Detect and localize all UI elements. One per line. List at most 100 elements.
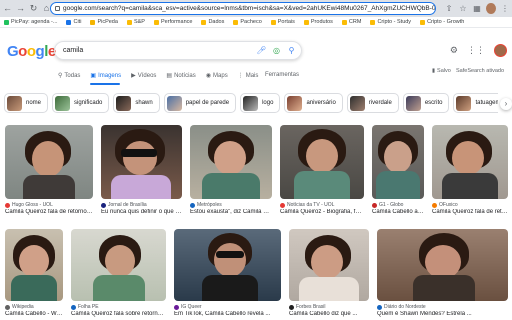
- chip[interactable]: shawn: [113, 93, 160, 113]
- image-result[interactable]: Jornal de Brasília Eu nunca quis definir…: [101, 125, 182, 215]
- result-title[interactable]: Camila Cabello - Wiki...: [5, 311, 63, 317]
- result-title[interactable]: Camila Queiroz fala de retorno à Gl...: [5, 209, 93, 215]
- image-result[interactable]: Metrópoles Estou exausta", diz Camila Ca…: [190, 125, 272, 215]
- lens-icon[interactable]: ◎: [271, 46, 282, 55]
- chip[interactable]: significado: [52, 93, 110, 113]
- safesearch-button[interactable]: SafeSearch ativado: [456, 68, 504, 74]
- search-input[interactable]: camila: [63, 47, 256, 54]
- chip[interactable]: aniversário: [284, 93, 343, 113]
- result-image[interactable]: [432, 125, 508, 199]
- result-title[interactable]: Em TikTok, Camila Cabello revela ...: [174, 311, 281, 317]
- chip[interactable]: escrito: [402, 93, 450, 113]
- saved-button[interactable]: ▮ Salvo: [432, 68, 451, 74]
- tab-videos[interactable]: ▶ Vídeos: [131, 72, 156, 80]
- google-logo[interactable]: Google: [7, 43, 56, 60]
- extensions-icon[interactable]: ▦: [472, 4, 482, 13]
- search-box[interactable]: camila 🎤︎ ◎ ⚲: [54, 41, 302, 60]
- chip[interactable]: riverdale: [346, 93, 399, 113]
- folder-icon: [233, 19, 239, 25]
- image-result[interactable]: Diário do Nordeste Quem é Shawn Mendes? …: [377, 229, 508, 317]
- favicon-icon: [432, 202, 437, 208]
- back-icon[interactable]: ←: [2, 3, 13, 14]
- chip-thumbnail: [456, 95, 472, 111]
- result-source: Folha PE: [71, 304, 166, 310]
- image-result[interactable]: Forbes Brasil Camila Cabello diz que ...: [289, 229, 369, 317]
- result-image[interactable]: [190, 125, 272, 199]
- bookmark-item[interactable]: PicPay: agenda -...: [4, 19, 57, 25]
- forward-icon[interactable]: →: [15, 3, 26, 14]
- microphone-icon[interactable]: 🎤︎: [256, 46, 267, 55]
- bookmark-icon: [66, 19, 72, 25]
- result-image[interactable]: [377, 229, 508, 301]
- news-icon: ▤: [166, 73, 173, 79]
- result-source: Jornal de Brasília: [101, 202, 182, 208]
- result-title[interactable]: Camila Cabello anu...: [372, 209, 424, 215]
- bookmark-item[interactable]: Citi: [66, 19, 81, 25]
- chip[interactable]: tatuagem: [453, 93, 498, 113]
- chip-thumbnail: [243, 95, 259, 111]
- menu-icon[interactable]: ⋮: [500, 4, 510, 13]
- result-title[interactable]: Estou exausta", diz Camila Cabell...: [190, 209, 272, 215]
- bookmark-folder[interactable]: Performance: [153, 19, 192, 25]
- image-result[interactable]: Folha PE Camila Queiroz fala sobre retor…: [71, 229, 166, 317]
- chip-thumbnail: [349, 95, 365, 111]
- result-image[interactable]: [5, 125, 93, 199]
- image-result[interactable]: OFuxico Camila Queiroz fala de retorno à…: [432, 125, 508, 215]
- bookmark-folder[interactable]: Produtos: [303, 19, 333, 25]
- image-result[interactable]: Hugo Gloss - UOL Camila Queiroz fala de …: [5, 125, 93, 215]
- tab-mais[interactable]: ⋮ Mais: [237, 72, 259, 80]
- bookmark-folder[interactable]: Cripto - Growth: [420, 19, 464, 25]
- bookmark-folder[interactable]: Pacheco: [233, 19, 262, 25]
- favicon-icon: [289, 304, 294, 310]
- image-result[interactable]: G1 - Globo Camila Cabello anu...: [372, 125, 424, 215]
- result-image[interactable]: [101, 125, 182, 199]
- profile-avatar[interactable]: [486, 3, 496, 14]
- lock-icon: [55, 6, 60, 11]
- image-result[interactable]: Wikipedia Camila Cabello - Wiki...: [5, 229, 63, 317]
- result-image[interactable]: [372, 125, 424, 199]
- account-avatar[interactable]: [494, 44, 507, 57]
- chip-thumbnail: [116, 95, 132, 111]
- bookmark-folder[interactable]: Cripto - Study: [370, 19, 411, 25]
- settings-gear-icon[interactable]: ⚙: [450, 45, 458, 56]
- folder-icon: [303, 19, 309, 25]
- reload-icon[interactable]: ↻: [28, 3, 39, 14]
- bookmark-folder[interactable]: Dados: [201, 19, 224, 25]
- result-image[interactable]: [289, 229, 369, 301]
- chip[interactable]: logo: [240, 93, 281, 113]
- apps-grid-icon[interactable]: ⋮⋮: [467, 45, 485, 56]
- result-title[interactable]: Camila Queiroz - Biografia, fotos ...: [280, 209, 364, 215]
- bookmarks-bar: PicPay: agenda -... Citi PicPeda S&P Per…: [0, 17, 512, 28]
- result-title[interactable]: Camila Queiroz fala de retorno à Gl...: [432, 209, 508, 215]
- share-icon[interactable]: ⇧: [444, 4, 454, 13]
- tab-todas[interactable]: ⚲ Todas: [58, 72, 80, 80]
- favicon-icon: [101, 202, 106, 208]
- bookmark-folder[interactable]: CRM: [341, 19, 361, 25]
- image-result[interactable]: Notícias da TV - UOL Camila Queiroz - Bi…: [280, 125, 364, 215]
- tab-noticias[interactable]: ▤ Notícias: [166, 72, 195, 80]
- tab-imagens[interactable]: ▣ Imagens: [90, 72, 121, 80]
- image-result[interactable]: IG Queer Em TikTok, Camila Cabello revel…: [174, 229, 281, 317]
- result-title[interactable]: Quem é Shawn Mendes? Estrela ...: [377, 311, 508, 317]
- star-icon[interactable]: ☆: [458, 4, 468, 13]
- chip[interactable]: nome: [4, 93, 49, 113]
- bookmark-folder[interactable]: S&P: [126, 19, 145, 25]
- more-icon: ⋮: [237, 73, 244, 79]
- result-title[interactable]: Camila Cabello diz que ...: [289, 311, 369, 317]
- result-image[interactable]: [5, 229, 63, 301]
- address-bar[interactable]: google.com/search?q=camila&sca_esv=activ…: [50, 2, 436, 15]
- result-source: IG Queer: [174, 304, 281, 310]
- bookmark-item[interactable]: PicPeda: [90, 19, 118, 25]
- chip[interactable]: papel de parede: [163, 93, 237, 113]
- tab-maps[interactable]: ◉ Maps: [206, 72, 228, 80]
- bookmark-folder[interactable]: Portais: [270, 19, 295, 25]
- result-title[interactable]: Eu nunca quis definir o que aconte...: [101, 209, 182, 215]
- result-image[interactable]: [71, 229, 166, 301]
- tools-button[interactable]: Ferramentas: [265, 72, 299, 78]
- search-icon[interactable]: ⚲: [286, 46, 297, 55]
- favicon-icon: [71, 304, 76, 310]
- chevron-right-icon[interactable]: ›: [500, 98, 512, 110]
- result-image[interactable]: [280, 125, 364, 199]
- result-image[interactable]: [174, 229, 281, 301]
- result-title[interactable]: Camila Queiroz fala sobre retorno à G...: [71, 311, 166, 317]
